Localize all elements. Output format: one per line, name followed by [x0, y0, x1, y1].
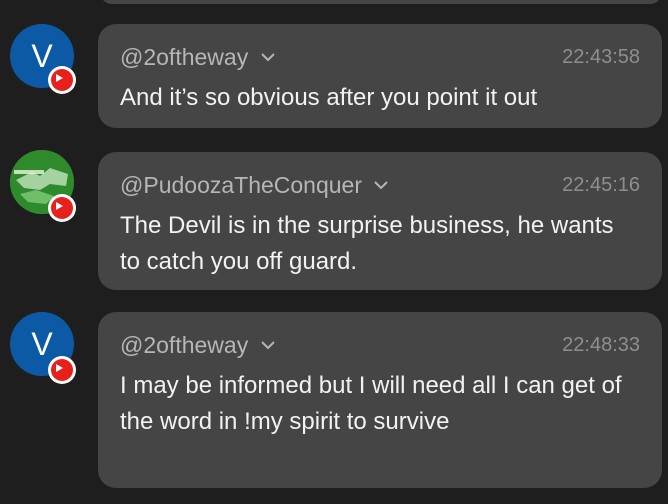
previous-message-bubble [100, 0, 662, 4]
timestamp: 22:48:33 [562, 334, 640, 356]
author-name[interactable]: @2oftheway [120, 44, 275, 71]
chevron-down-icon[interactable] [374, 180, 389, 190]
author-name[interactable]: @PudoozaTheConquer [120, 172, 389, 199]
message-bubble: @2oftheway 22:48:33 I may be informed bu… [98, 312, 662, 488]
timestamp: 22:43:58 [562, 46, 640, 68]
youtube-icon [48, 194, 76, 222]
timestamp: 22:45:16 [562, 174, 640, 196]
message-bubble: @2oftheway 22:43:58 And it’s so obvious … [98, 24, 662, 128]
message-text: And it’s so obvious after you point it o… [120, 84, 538, 111]
chat-feed: V @2oftheway 22:43:58 And it’s so obviou… [0, 0, 668, 504]
avatar-letter: V [31, 38, 53, 74]
author-name[interactable]: @2oftheway [120, 332, 275, 359]
message-text: I may be informed but I will need all I … [120, 372, 622, 435]
youtube-icon [48, 66, 76, 94]
message-text: The Devil is in the surprise business, h… [120, 212, 614, 275]
message-bubble: @PudoozaTheConquer 22:45:16 The Devil is… [98, 152, 662, 290]
youtube-icon [48, 356, 76, 384]
chevron-down-icon[interactable] [260, 340, 275, 350]
chevron-down-icon[interactable] [260, 52, 275, 62]
avatar-letter: V [31, 326, 53, 362]
